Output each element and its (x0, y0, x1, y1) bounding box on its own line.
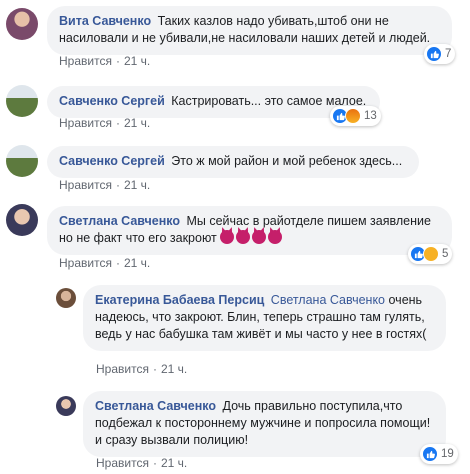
sad-icon (423, 246, 439, 262)
reaction-summary[interactable]: 7 (424, 44, 456, 64)
devil-emoji (236, 230, 251, 244)
comment-bubble: Светлана Савченко Дочь правильно поступи… (83, 391, 446, 457)
reaction-summary[interactable]: 13 (330, 106, 381, 126)
comment-bubble: Вита Савченко Таких казлов надо убивать,… (47, 6, 452, 55)
reaction-summary[interactable]: 19 (420, 444, 458, 464)
like-link[interactable]: Нравится (96, 362, 149, 376)
comment-bubble: Светлана Савченко Мы сейчас в райотделе … (47, 206, 452, 255)
comment-author[interactable]: Вита Савченко (59, 14, 151, 28)
avatar[interactable] (6, 8, 38, 40)
like-link[interactable]: Нравится (96, 456, 149, 470)
avatar[interactable] (6, 85, 38, 117)
comment: Светлана Савченко Мы сейчас в райотделе … (0, 200, 470, 276)
like-link[interactable]: Нравится (59, 256, 112, 270)
devil-emoji (252, 230, 267, 244)
comment-author[interactable]: Савченко Сергей (59, 154, 165, 168)
like-link[interactable]: Нравится (59, 116, 112, 130)
timestamp[interactable]: 21 ч. (124, 256, 150, 270)
comment: Вита Савченко Таких казлов надо убивать,… (0, 0, 470, 70)
devil-emoji (268, 230, 283, 244)
timestamp[interactable]: 21 ч. (124, 54, 150, 68)
comment-bubble: Екатерина Бабаева Персиц Светлана Савчен… (83, 285, 446, 351)
timestamp[interactable]: 21 ч. (124, 116, 150, 130)
emoji-group (220, 230, 284, 245)
reaction-count: 19 (441, 448, 454, 460)
like-link[interactable]: Нравится (59, 54, 112, 68)
comment-meta: Нравится · 21 ч. (59, 256, 151, 270)
comment-meta: Нравится · 21 ч. (59, 116, 151, 130)
angry-icon (345, 108, 361, 124)
like-link[interactable]: Нравится (59, 178, 112, 192)
comment: Савченко Сергей Кастрировать... это само… (0, 80, 470, 140)
reply-comment: Светлана Савченко Дочь правильно поступи… (0, 388, 470, 474)
devil-emoji (220, 230, 235, 244)
comment-author[interactable]: Светлана Савченко (95, 399, 216, 413)
timestamp[interactable]: 21 ч. (161, 362, 187, 376)
comment-meta: Нравится · 21 ч. (96, 362, 188, 376)
comment-author[interactable]: Екатерина Бабаева Персиц (95, 293, 264, 307)
comment-text: Это ж мой район и мой ребенок здесь... (171, 154, 403, 168)
comment-author[interactable]: Светлана Савченко (59, 214, 180, 228)
comment-meta: Нравится · 21 ч. (59, 54, 151, 68)
reaction-summary[interactable]: 5 (408, 244, 453, 264)
reply-comment: Екатерина Бабаева Персиц Светлана Савчен… (0, 282, 470, 382)
avatar[interactable] (56, 288, 76, 308)
like-icon (422, 446, 438, 462)
timestamp[interactable]: 21 ч. (161, 456, 187, 470)
timestamp[interactable]: 21 ч. (124, 178, 150, 192)
avatar[interactable] (56, 396, 76, 416)
comment: Савченко Сергей Это ж мой район и мой ре… (0, 140, 470, 196)
avatar[interactable] (6, 145, 38, 177)
tagged-user[interactable]: Светлана Савченко (271, 293, 385, 307)
reaction-count: 5 (442, 248, 449, 260)
comment-meta: Нравится · 21 ч. (96, 456, 188, 470)
reaction-count: 13 (364, 110, 377, 122)
comment-bubble: Савченко Сергей Это ж мой район и мой ре… (47, 146, 419, 178)
like-icon (426, 46, 442, 62)
avatar[interactable] (6, 204, 38, 236)
reaction-count: 7 (445, 48, 452, 60)
comment-meta: Нравится · 21 ч. (59, 178, 151, 192)
comment-author[interactable]: Савченко Сергей (59, 94, 165, 108)
